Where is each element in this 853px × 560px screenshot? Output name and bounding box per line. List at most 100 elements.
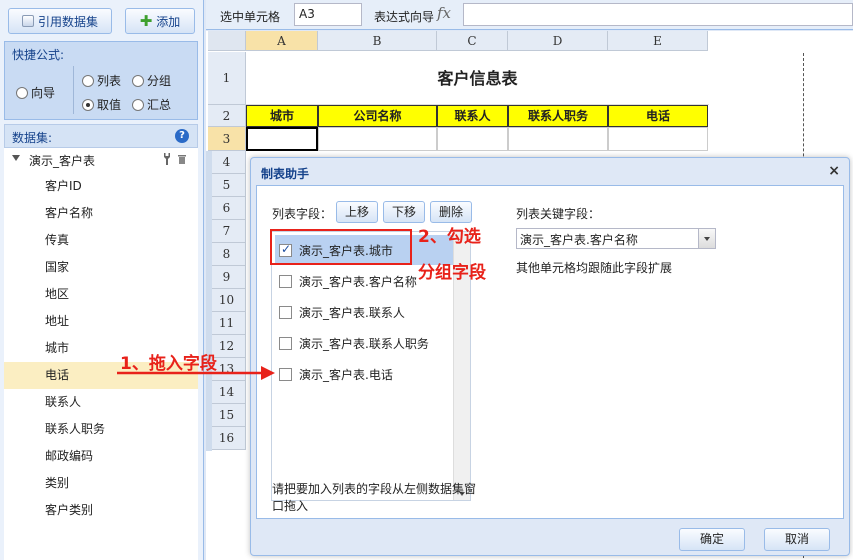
radio-group-circle[interactable] [132, 74, 144, 87]
row-header[interactable]: 4 [208, 151, 246, 174]
key-field-label: 列表关键字段： [516, 207, 601, 221]
field-checkbox[interactable] [279, 367, 292, 381]
ok-button[interactable]: 确定 [679, 528, 745, 551]
field-label: 演示_客户表.联系人职务 [299, 336, 429, 351]
row-header[interactable]: 2 [208, 105, 246, 127]
data-cell[interactable] [437, 127, 508, 151]
tree-item[interactable]: 联系人 [4, 389, 198, 416]
tree-item[interactable]: 联系人职务 [4, 416, 198, 443]
row-header[interactable]: 14 [208, 381, 246, 404]
move-down-button[interactable]: 下移 [383, 201, 425, 223]
close-icon[interactable]: × [828, 163, 840, 179]
plus-icon: ✚ [139, 12, 153, 30]
tree-item[interactable]: 传真 [4, 227, 198, 254]
radio-value-label: 取值 [97, 98, 122, 112]
move-up-button[interactable]: 上移 [336, 201, 378, 223]
field-checkbox[interactable] [279, 336, 292, 350]
column-header[interactable]: D [508, 31, 608, 51]
field-label: 演示_客户表.电话 [299, 367, 393, 382]
radio-summary-circle[interactable] [132, 98, 144, 111]
annotation-step2-line1: 2、勾选 [418, 227, 481, 247]
wrench-icon[interactable] [162, 153, 172, 165]
row-header[interactable]: 16 [208, 427, 246, 450]
tree-item[interactable]: 地区 [4, 281, 198, 308]
row-header[interactable]: 9 [208, 266, 246, 289]
radio-summary[interactable]: 汇总 [132, 96, 171, 113]
tree-root-label: 演示_客户表 [29, 154, 96, 168]
row-header[interactable]: 8 [208, 243, 246, 266]
column-header[interactable]: A [246, 31, 318, 51]
tree-item[interactable]: 邮政编码 [4, 443, 198, 470]
dialog-title: 制表助手 [261, 167, 310, 181]
tree-item[interactable]: 类别 [4, 470, 198, 497]
database-icon [21, 15, 34, 27]
radio-wizard-label: 向导 [31, 86, 56, 100]
caret-down-icon[interactable] [12, 155, 20, 161]
delete-button[interactable]: 删除 [430, 201, 472, 223]
tree-item[interactable]: 客户名称 [4, 200, 198, 227]
field-item[interactable]: 演示_客户表.电话 [275, 359, 455, 389]
dropdown-button[interactable] [698, 229, 715, 248]
field-checkbox[interactable] [279, 274, 292, 288]
radio-list-circle[interactable] [82, 74, 94, 87]
row-header[interactable]: 3 [208, 127, 246, 151]
column-header[interactable]: E [608, 31, 708, 51]
tree-item[interactable]: 客户ID [4, 173, 198, 200]
selected-cell-label: 选中单元格 [220, 10, 281, 24]
radio-value-circle[interactable] [82, 98, 94, 111]
key-field-hint: 其他单元格均跟随此字段扩展 [516, 261, 673, 275]
data-cell[interactable] [508, 127, 608, 151]
row-header[interactable]: 6 [208, 197, 246, 220]
row-header[interactable]: 15 [208, 404, 246, 427]
radio-wizard-circle[interactable] [16, 86, 28, 99]
tree-root[interactable]: 演示_客户表 [4, 148, 198, 172]
header-cell[interactable]: 联系人 [437, 105, 508, 127]
expression-input[interactable] [463, 3, 853, 26]
row-header[interactable]: 10 [208, 289, 246, 312]
selected-cell[interactable] [246, 127, 318, 151]
add-button[interactable]: ✚ 添加 [125, 8, 195, 34]
dataset-title: 数据集: [12, 131, 53, 145]
tree-item[interactable]: 客户类别 [4, 497, 198, 524]
field-item[interactable]: 演示_客户表.联系人 [275, 297, 455, 327]
annotation-arrow-icon [117, 366, 275, 380]
cancel-button[interactable]: 取消 [764, 528, 830, 551]
tree-item[interactable]: 国家 [4, 254, 198, 281]
key-field-value: 演示_客户表.客户名称 [520, 233, 638, 247]
chevron-down-icon[interactable] [704, 237, 710, 241]
key-field-select[interactable]: 演示_客户表.客户名称 [516, 228, 716, 249]
help-icon[interactable]: ? [175, 129, 189, 143]
field-checkbox[interactable] [279, 305, 292, 319]
quick-formula-panel: 快捷公式: 向导 列表 分组 取值 汇总 [4, 41, 198, 120]
radio-value[interactable]: 取值 [82, 96, 121, 113]
quick-divider [73, 66, 74, 114]
header-cell[interactable]: 公司名称 [318, 105, 437, 127]
tree-item[interactable]: 地址 [4, 308, 198, 335]
row-header[interactable]: 5 [208, 174, 246, 197]
sheet-title-cell[interactable]: 客户信息表 [246, 52, 709, 105]
row-header[interactable]: 7 [208, 220, 246, 243]
header-cell[interactable]: 城市 [246, 105, 318, 127]
column-header[interactable]: B [318, 31, 437, 51]
field-item[interactable]: 演示_客户表.联系人职务 [275, 328, 455, 358]
data-cell[interactable] [608, 127, 708, 151]
column-header[interactable]: C [437, 31, 508, 51]
radio-group-label: 分组 [147, 74, 172, 88]
ref-dataset-button[interactable]: 引用数据集 [8, 8, 112, 34]
header-cell[interactable]: 联系人职务 [508, 105, 608, 127]
list-fields-label: 列表字段： [272, 207, 333, 221]
radio-wizard[interactable]: 向导 [16, 84, 55, 101]
row-header[interactable]: 11 [208, 312, 246, 335]
data-cell[interactable] [318, 127, 437, 151]
expression-wizard-label: 表达式向导 [374, 10, 435, 24]
radio-group[interactable]: 分组 [132, 72, 171, 89]
radio-list-label: 列表 [97, 74, 122, 88]
trash-icon[interactable] [178, 154, 186, 164]
radio-list[interactable]: 列表 [82, 72, 121, 89]
row-header[interactable]: 1 [208, 52, 246, 105]
fx-icon[interactable]: fx [437, 4, 451, 22]
header-cell[interactable]: 电话 [608, 105, 708, 127]
quick-formula-title: 快捷公式: [12, 48, 65, 62]
radio-summary-label: 汇总 [147, 98, 172, 112]
selected-cell-input[interactable]: A3 [294, 3, 362, 26]
